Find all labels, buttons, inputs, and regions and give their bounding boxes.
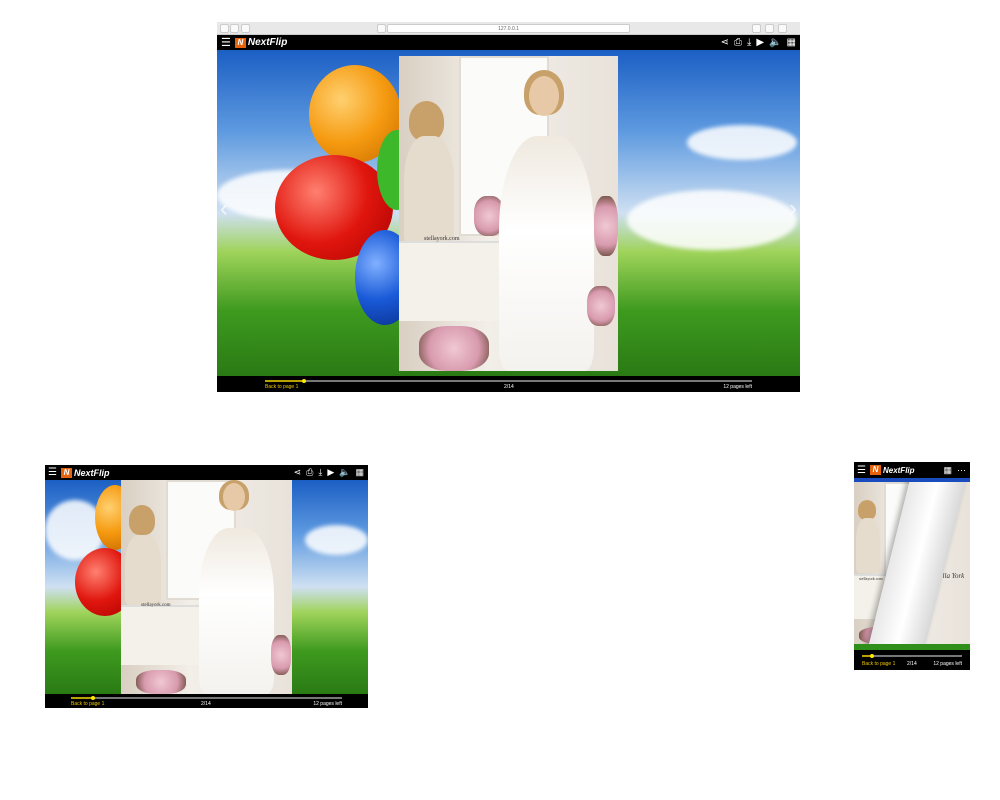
pages-left: 12 pages left: [723, 384, 752, 390]
back-nav-button[interactable]: [220, 24, 229, 33]
tablet-toolbar: ☰ N NextFlip ⋖ ⎙ ⤓ ▶ 🔈 ▦: [45, 465, 368, 480]
back-to-page-1-link[interactable]: Back to page 1: [862, 661, 895, 667]
progress-fill: [265, 380, 304, 382]
privacy-icon: [377, 24, 386, 33]
logo: N NextFlip: [231, 37, 287, 48]
menu-icon[interactable]: ☰: [217, 36, 231, 49]
print-icon[interactable]: ⎙: [306, 467, 313, 478]
logo: N NextFlip: [866, 465, 915, 475]
page-indicator: 2/14: [907, 661, 917, 667]
page-indicator: 2/14: [201, 701, 211, 707]
menu-icon[interactable]: ☰: [45, 467, 57, 478]
share-browser-button[interactable]: [765, 24, 774, 33]
progress-fill: [71, 697, 93, 699]
thumbnails-icon[interactable]: ▦: [943, 465, 952, 476]
pages-left: 12 pages left: [313, 701, 342, 707]
progress-handle[interactable]: [870, 654, 874, 658]
thumbnails-icon[interactable]: ▦: [355, 467, 364, 478]
logo: N NextFlip: [57, 467, 109, 478]
next-page-arrow[interactable]: ›: [789, 195, 797, 223]
settings-button[interactable]: [752, 24, 761, 33]
progress-handle[interactable]: [302, 379, 306, 383]
sound-icon[interactable]: 🔈: [769, 37, 781, 48]
share-icon[interactable]: ⋖: [721, 37, 729, 48]
forward-nav-button[interactable]: [230, 24, 239, 33]
thumbnails-icon[interactable]: ▦: [787, 37, 796, 48]
phone-toolbar: ☰ N NextFlip ▦ ⋯: [854, 462, 970, 478]
desktop-book-viewer: ‹ › stellayork.com: [217, 50, 800, 376]
browser-chrome: 127.0.0.1: [217, 22, 800, 35]
phone-footer: Back to page 1 2/14 12 pages left: [854, 650, 970, 670]
download-icon[interactable]: ⤓: [747, 37, 751, 48]
tablet-book-viewer: stellayork.com: [45, 480, 368, 694]
progress-slider[interactable]: [71, 697, 342, 699]
desktop-toolbar: ☰ N NextFlip ⋖ ⎙ ⤓ ▶ 🔈 ▦: [217, 35, 800, 50]
book-page: stellayork.com: [121, 480, 292, 694]
book-page: stellayork.com: [399, 56, 618, 371]
download-icon[interactable]: ⤓: [318, 467, 322, 478]
menu-icon[interactable]: ☰: [854, 465, 866, 476]
sidebar-button[interactable]: [241, 24, 250, 33]
desktop-footer: Back to page 1 2/14 12 pages left: [217, 376, 800, 392]
pages-left: 12 pages left: [933, 661, 962, 667]
sound-icon[interactable]: 🔈: [339, 467, 350, 478]
page-curl[interactable]: [866, 482, 967, 644]
prev-page-arrow[interactable]: ‹: [220, 195, 228, 223]
progress-handle[interactable]: [91, 696, 95, 700]
progress-slider[interactable]: [265, 380, 752, 382]
back-to-page-1-link[interactable]: Back to page 1: [265, 384, 298, 390]
tablet-footer: Back to page 1 2/14 12 pages left: [45, 694, 368, 708]
share-icon[interactable]: ⋖: [294, 467, 302, 478]
progress-slider[interactable]: [862, 655, 962, 657]
play-icon[interactable]: ▶: [756, 37, 764, 48]
book-page: stellayork.com Stella York: [854, 482, 970, 644]
address-bar[interactable]: 127.0.0.1: [387, 24, 630, 33]
print-icon[interactable]: ⎙: [734, 37, 742, 48]
back-to-page-1-link[interactable]: Back to page 1: [71, 701, 104, 707]
play-icon[interactable]: ▶: [327, 467, 334, 478]
more-options-icon[interactable]: ⋯: [957, 465, 966, 476]
page-indicator: 2/14: [504, 384, 514, 390]
phone-book-viewer: stellayork.com Stella York: [854, 478, 970, 650]
tabs-button[interactable]: [778, 24, 787, 33]
